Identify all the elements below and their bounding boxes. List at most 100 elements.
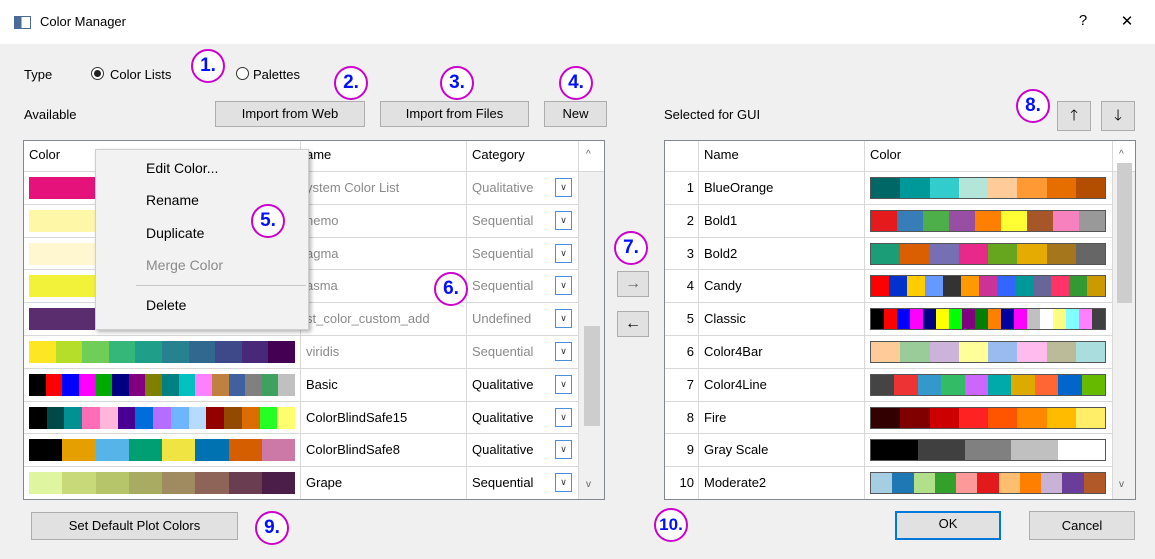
row-number: 10 bbox=[665, 467, 699, 499]
category-dropdown-icon[interactable]: ∨ bbox=[555, 342, 572, 361]
move-left-button[interactable]: ← bbox=[617, 311, 649, 337]
color-list-name[interactable]: Basic bbox=[301, 368, 467, 402]
category-cell[interactable]: Sequential ∨ bbox=[467, 237, 579, 271]
menu-separator bbox=[136, 285, 306, 286]
color-swatch-cell[interactable] bbox=[865, 270, 1113, 304]
selected-for-gui-label: Selected for GUI bbox=[664, 107, 761, 122]
selected-list-name[interactable]: Moderate2 bbox=[699, 467, 865, 499]
color-swatch-cell[interactable] bbox=[24, 336, 301, 369]
move-down-button[interactable]: 🡓 bbox=[1101, 101, 1135, 131]
selected-color-lists-table[interactable]: Name Color ^ v 1 BlueOrange 2 Bold1 3 Bold2 4 C… bbox=[664, 140, 1136, 500]
category-cell[interactable]: Qualitative ∨ bbox=[467, 401, 579, 435]
category-cell[interactable]: Sequential ∨ bbox=[467, 204, 579, 238]
context-menu-item-delete[interactable]: Delete bbox=[146, 297, 186, 313]
color-swatch-cell[interactable] bbox=[865, 401, 1113, 435]
move-right-button[interactable]: → bbox=[617, 271, 649, 297]
selected-list-name[interactable]: Gray Scale bbox=[699, 434, 865, 468]
category-cell[interactable]: Sequential ∨ bbox=[467, 336, 579, 369]
window-title: Color Manager bbox=[40, 14, 126, 29]
category-dropdown-icon[interactable]: ∨ bbox=[555, 407, 572, 427]
ok-button[interactable]: OK bbox=[895, 511, 1001, 540]
context-menu-item-rename[interactable]: Rename bbox=[146, 192, 199, 208]
color-column-header[interactable]: Color bbox=[865, 141, 1113, 172]
annotation-marker-6: 6. bbox=[434, 272, 468, 306]
color-swatch-cell[interactable] bbox=[865, 172, 1113, 205]
color-list-name[interactable]: ystem Color List bbox=[301, 172, 467, 205]
color-list-name[interactable]: Grape bbox=[301, 467, 467, 499]
category-dropdown-icon[interactable]: ∨ bbox=[555, 243, 572, 263]
category-dropdown-icon[interactable]: ∨ bbox=[555, 374, 572, 394]
color-swatch-cell[interactable] bbox=[24, 434, 301, 468]
color-swatch-cell[interactable] bbox=[865, 303, 1113, 336]
color-list-name[interactable]: nemo bbox=[301, 204, 467, 238]
color-swatch bbox=[870, 275, 1106, 298]
color-lists-radio[interactable] bbox=[91, 67, 104, 80]
selected-list-name[interactable]: Bold1 bbox=[699, 204, 865, 238]
import-from-web-button[interactable]: Import from Web bbox=[215, 101, 365, 127]
category-cell[interactable]: Sequential ∨ bbox=[467, 270, 579, 304]
color-swatch bbox=[870, 472, 1106, 495]
context-menu-item-duplicate[interactable]: Duplicate bbox=[146, 225, 204, 241]
category-cell[interactable]: Qualitative ∨ bbox=[467, 172, 579, 205]
category-dropdown-icon[interactable]: ∨ bbox=[555, 473, 572, 493]
help-button[interactable]: ? bbox=[1068, 12, 1098, 29]
category-cell[interactable]: Qualitative ∨ bbox=[467, 368, 579, 402]
name-column-header[interactable]: ame bbox=[301, 141, 467, 172]
color-swatch-cell[interactable] bbox=[24, 368, 301, 402]
color-list-name[interactable]: agma bbox=[301, 237, 467, 271]
palettes-label[interactable]: Palettes bbox=[253, 67, 300, 82]
right-scroll-down-arrow[interactable]: v bbox=[1119, 479, 1124, 490]
selected-list-name[interactable]: Candy bbox=[699, 270, 865, 304]
category-dropdown-icon[interactable]: ∨ bbox=[555, 178, 572, 197]
color-list-name[interactable]: st_color_custom_add bbox=[301, 303, 467, 336]
palettes-radio[interactable] bbox=[236, 67, 249, 80]
color-list-name[interactable]: viridis bbox=[301, 336, 467, 369]
color-swatch-cell[interactable] bbox=[865, 434, 1113, 468]
category-value: Undefined bbox=[472, 311, 532, 327]
set-default-plot-colors-button[interactable]: Set Default Plot Colors bbox=[31, 512, 238, 540]
color-list-name[interactable]: ColorBlindSafe15 bbox=[301, 401, 467, 435]
category-dropdown-icon[interactable]: ∨ bbox=[555, 276, 572, 296]
color-swatch-cell[interactable] bbox=[24, 467, 301, 499]
left-scroll-up-arrow[interactable]: ^ bbox=[586, 149, 591, 160]
close-button[interactable]: ✕ bbox=[1112, 12, 1142, 30]
color-swatch-cell[interactable] bbox=[865, 336, 1113, 369]
category-dropdown-icon[interactable]: ∨ bbox=[555, 440, 572, 460]
color-swatch-cell[interactable] bbox=[865, 237, 1113, 271]
import-from-files-button[interactable]: Import from Files bbox=[380, 101, 529, 127]
category-column-header[interactable]: Category bbox=[467, 141, 579, 172]
selected-list-name[interactable]: Color4Line bbox=[699, 368, 865, 402]
left-scrollbar-thumb[interactable] bbox=[584, 326, 600, 426]
category-cell[interactable]: Sequential ∨ bbox=[467, 467, 579, 499]
color-swatch-cell[interactable] bbox=[865, 368, 1113, 402]
selected-list-name[interactable]: Fire bbox=[699, 401, 865, 435]
category-value: Sequential bbox=[472, 245, 534, 261]
name-column-header[interactable]: Name bbox=[699, 141, 865, 172]
color-list-name[interactable]: ColorBlindSafe8 bbox=[301, 434, 467, 468]
annotation-marker-9: 9. bbox=[255, 511, 289, 545]
category-dropdown-icon[interactable]: ∨ bbox=[555, 309, 572, 329]
selected-list-name[interactable]: Color4Bar bbox=[699, 336, 865, 369]
color-swatch-cell[interactable] bbox=[865, 467, 1113, 499]
right-scroll-up-arrow[interactable]: ^ bbox=[1119, 149, 1124, 160]
color-swatch bbox=[870, 439, 1106, 462]
category-cell[interactable]: Qualitative ∨ bbox=[467, 434, 579, 468]
color-swatch-cell[interactable] bbox=[865, 204, 1113, 238]
color-swatch bbox=[29, 373, 295, 396]
selected-list-name[interactable]: Classic bbox=[699, 303, 865, 336]
new-button[interactable]: New bbox=[544, 101, 607, 127]
right-scrollbar-thumb[interactable] bbox=[1117, 163, 1132, 303]
category-dropdown-icon[interactable]: ∨ bbox=[555, 210, 572, 230]
selected-list-name[interactable]: BlueOrange bbox=[699, 172, 865, 205]
row-number: 6 bbox=[665, 336, 699, 369]
category-cell[interactable]: Undefined ∨ bbox=[467, 303, 579, 336]
left-scroll-down-arrow[interactable]: v bbox=[586, 479, 591, 490]
selected-list-name[interactable]: Bold2 bbox=[699, 237, 865, 271]
color-lists-label[interactable]: Color Lists bbox=[110, 67, 171, 82]
row-number: 8 bbox=[665, 401, 699, 435]
row-number: 1 bbox=[665, 172, 699, 205]
cancel-button[interactable]: Cancel bbox=[1029, 511, 1135, 540]
context-menu-item-edit-color[interactable]: Edit Color... bbox=[146, 160, 218, 176]
move-up-button[interactable]: 🡑 bbox=[1057, 101, 1091, 131]
color-swatch-cell[interactable] bbox=[24, 401, 301, 435]
